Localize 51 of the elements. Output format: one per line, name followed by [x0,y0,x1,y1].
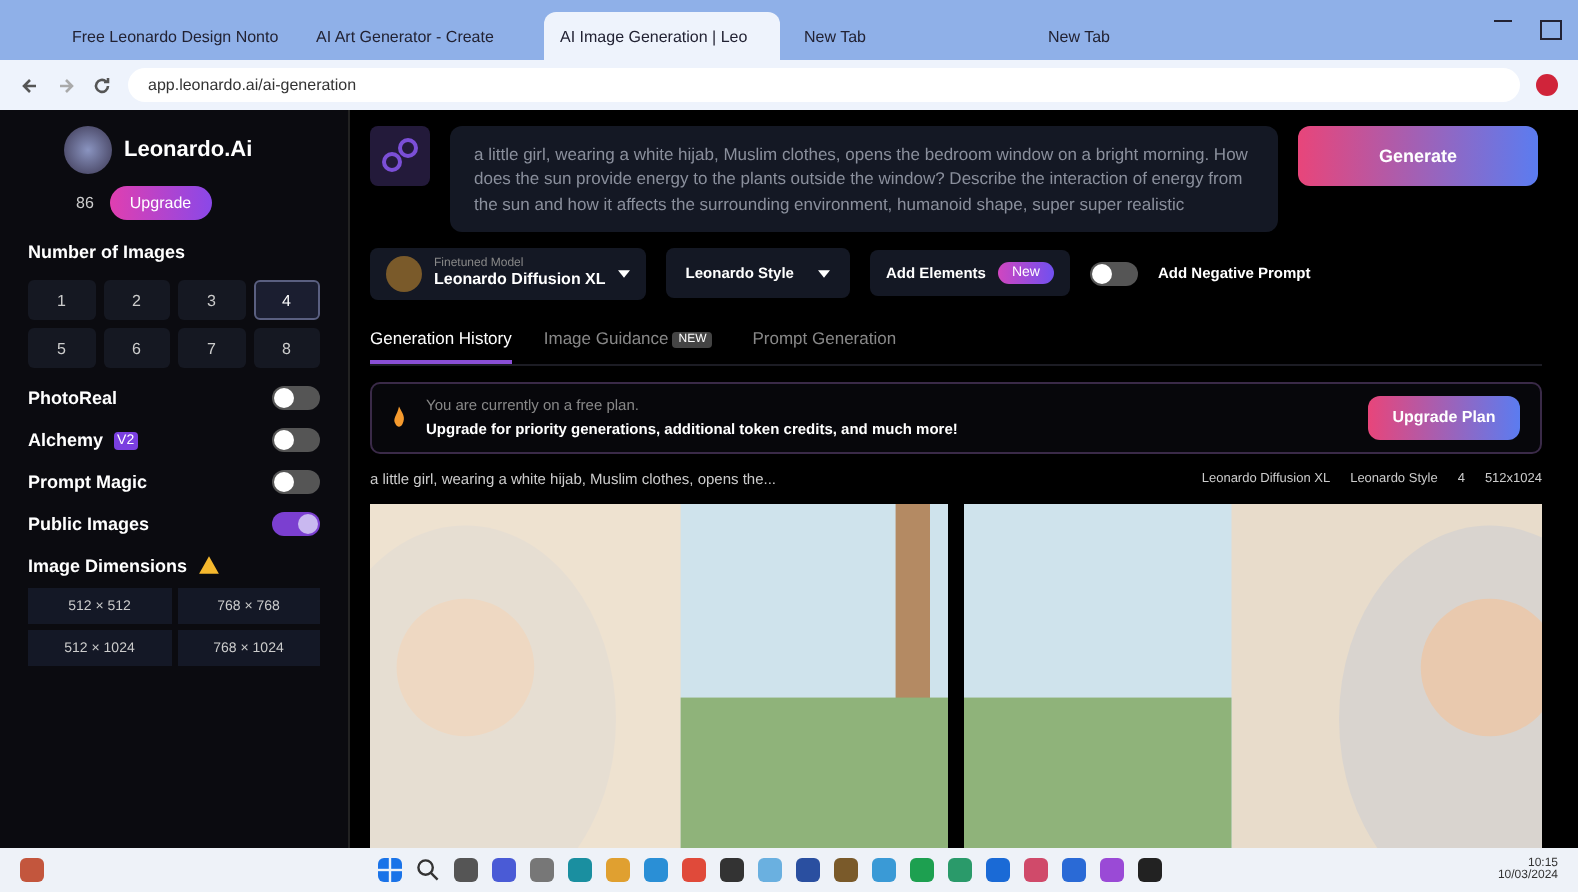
prompt-icon [370,126,430,186]
setting-label: Alchemy [28,430,104,450]
tab[interactable]: Generation History [370,315,512,364]
image-count-option[interactable]: 5 [28,328,95,368]
browser-tab[interactable]: AI Image Generation | Leo [544,12,780,60]
setting-label: Prompt Magic [28,472,148,492]
flame-icon [392,406,406,429]
windows-start-icon[interactable] [378,858,403,882]
taskbar-app-icon[interactable] [1138,858,1163,882]
back-icon[interactable] [20,75,40,95]
taskbar-app-icon[interactable] [454,858,479,882]
tab[interactable]: Prompt Generation [752,315,897,364]
image-count-option[interactable]: 7 [178,328,245,368]
image-count-option[interactable]: 8 [253,328,320,368]
prompt-field[interactable]: a little girl, wearing a white hijab, Muslim clothes, opens the bedroom window on a bright morning. How does the sun provide energy to the plants outside the window? Describe the interaction of energy from the sun and how it affects the surrounding environment, humanoid shape, super super realistic [450,126,1278,232]
reload-icon[interactable] [92,75,112,95]
token-count: 86 [76,194,94,212]
generate-button[interactable]: Generate [1298,126,1538,186]
profile-icon[interactable] [1536,74,1558,96]
toggle-switch[interactable] [272,470,320,494]
browser-tab[interactable]: New Tab [788,12,1024,60]
setting-label: PhotoReal [28,388,118,408]
brand-name: Leonardo.Ai [124,138,253,162]
upgrade-button[interactable]: Upgrade [109,186,212,220]
browser-tab[interactable]: New Tab [1032,12,1268,60]
toggle-switch[interactable] [1090,261,1138,286]
toggle-switch[interactable] [272,386,320,410]
taskbar-app-icon[interactable] [796,858,821,882]
caret-icon [817,269,830,278]
toggle-switch[interactable] [272,428,320,452]
section-label: Image Dimensions [28,555,188,575]
avatar-icon [64,126,112,174]
warning-icon [197,554,220,576]
image-count-option[interactable]: 3 [178,280,245,320]
image-count-option[interactable]: 6 [103,328,170,368]
address-field[interactable]: app.leonardo.ai/ai-generation [128,68,1520,102]
image-count-option[interactable]: 1 [28,280,95,320]
image-count-option[interactable]: 2 [103,280,170,320]
toggle-switch[interactable] [272,512,320,536]
browser-tab[interactable]: AI Art Generator - Create [300,12,536,60]
section-label: Number of Images [28,242,186,262]
browser-tab[interactable]: Free Leonardo Design Nonto [56,12,292,60]
tab[interactable]: Image Guidance [543,315,669,364]
upgrade-plan-button[interactable]: Upgrade Plan [1368,395,1520,440]
app-icon[interactable] [20,858,44,882]
setting-label: Public Images [28,514,150,534]
search-icon[interactable] [416,858,441,882]
image-count-option[interactable]: 4 [253,280,320,320]
taskbar-app-icon[interactable] [720,858,745,882]
maximize-icon[interactable] [1540,20,1562,40]
caret-icon [617,269,630,278]
